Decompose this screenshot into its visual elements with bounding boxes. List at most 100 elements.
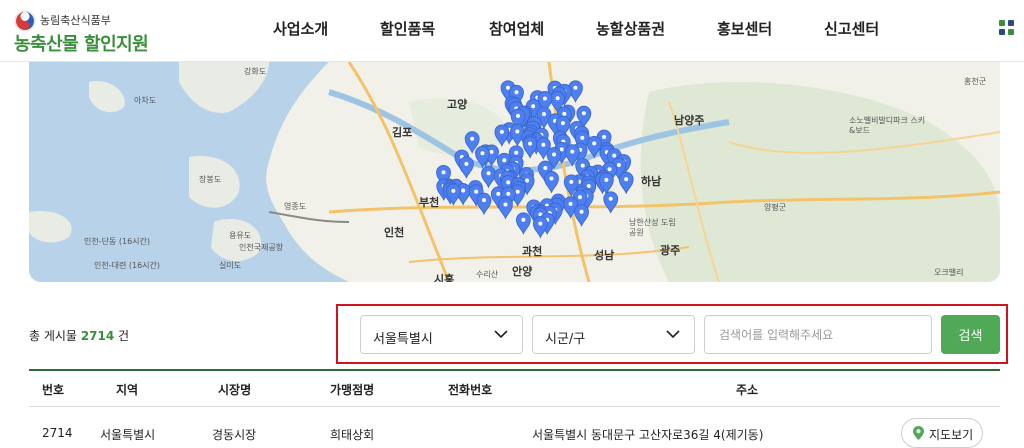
store-marker-dot xyxy=(451,188,456,193)
store-marker-dot xyxy=(549,176,554,181)
map-label-bucheon: 부천 xyxy=(419,196,440,209)
map-label-incheon: 인천 xyxy=(384,226,405,239)
view-map-button[interactable]: 지도보기 xyxy=(901,418,983,448)
store-marker-dot xyxy=(624,177,629,182)
map-label-gwacheon: 과천 xyxy=(522,245,543,258)
logo-ministry-text: 농림축산식품부 xyxy=(40,14,111,27)
store-marker-dot xyxy=(577,195,582,200)
store-marker-dot xyxy=(580,135,585,140)
chevron-down-icon xyxy=(666,330,680,339)
post-count-prefix: 총 게시물 xyxy=(29,329,77,343)
store-marker-dot xyxy=(541,142,546,147)
district-select[interactable]: 시군/구 xyxy=(532,315,695,354)
store-marker-dot xyxy=(569,179,574,184)
search-button[interactable]: 검색 xyxy=(941,315,1000,354)
map-pin-icon xyxy=(913,426,924,440)
store-marker-dot xyxy=(580,163,585,168)
store-marker-dot xyxy=(486,171,491,176)
table-top-border xyxy=(29,369,1000,371)
store-marker-dot xyxy=(525,178,530,183)
store-marker-dot xyxy=(543,166,548,171)
ministry-emblem-icon xyxy=(14,10,36,32)
store-marker-dot xyxy=(570,149,575,154)
store-marker-dot xyxy=(602,135,607,140)
nav-item-pr-center[interactable]: 홍보센터 xyxy=(717,18,772,39)
nav-item-report-center[interactable]: 신고센터 xyxy=(824,18,879,39)
store-marker-dot xyxy=(604,177,609,182)
map-label-vivaldi-park: 소노벨비발디파크 스키&보드 xyxy=(849,116,926,135)
store-marker-dot xyxy=(581,111,586,116)
map-canvas xyxy=(29,62,1000,282)
table-header-divider xyxy=(29,406,1000,407)
site-header: 농림축산식품부 농축산물 할인지원 사업소개 할인품목 참여업체 농할상품권 홍… xyxy=(0,0,1024,62)
logo-title-text: 농축산물 할인지원 xyxy=(14,34,149,55)
store-marker-dot xyxy=(514,150,519,155)
district-select-value: 시군/구 xyxy=(545,332,586,347)
region-select-value: 서울특별시 xyxy=(373,332,433,347)
store-map[interactable]: 강화도 아차도 김포 고양 남양주 장봉도 인천 영종도 용유도 인천국제공항 … xyxy=(29,62,1000,282)
map-label-anyang: 안양 xyxy=(512,265,533,278)
map-label-yeongjongdo: 영종도 xyxy=(284,202,307,211)
store-marker-dot xyxy=(568,201,573,206)
post-count-number: 2714 xyxy=(80,329,115,343)
store-marker-dot xyxy=(514,90,519,95)
store-marker-dot xyxy=(579,209,584,214)
store-marker-dot xyxy=(592,141,597,146)
store-marker-dot xyxy=(505,85,510,90)
store-marker-dot xyxy=(515,129,520,134)
store-marker-dot xyxy=(612,153,617,158)
map-label-hongcheon: 홍천군 xyxy=(964,77,987,86)
store-marker-dot xyxy=(474,189,479,194)
all-menu-icon[interactable] xyxy=(999,20,1015,36)
map-label-achado: 아차도 xyxy=(134,96,157,105)
cell-region: 서울특별시 xyxy=(100,428,156,442)
store-marker-dot xyxy=(470,136,475,141)
store-marker-dot xyxy=(441,170,446,175)
map-label-ferry-dandong: 인천-단동 (16시간) xyxy=(84,237,151,246)
store-marker-dot xyxy=(516,113,521,118)
cell-number: 2714 xyxy=(42,426,73,440)
store-marker-dot xyxy=(506,180,511,185)
store-marker-dot xyxy=(608,196,613,201)
map-label-gimpo: 김포 xyxy=(392,126,413,139)
map-label-goyang: 고양 xyxy=(447,98,468,111)
map-label-gwangju: 광주 xyxy=(660,244,681,257)
store-marker-dot xyxy=(480,151,485,156)
map-label-incheon-airport: 인천국제공항 xyxy=(239,243,284,252)
store-marker-dot xyxy=(503,202,508,207)
nav-item-participating-stores[interactable]: 참여업체 xyxy=(489,18,544,39)
post-count-suffix: 건 xyxy=(118,329,130,343)
cell-market: 경동시장 xyxy=(212,428,257,442)
chevron-down-icon xyxy=(494,330,508,339)
store-marker-dot xyxy=(499,129,504,134)
column-header-number: 번호 xyxy=(42,383,65,397)
nav-item-discount-items[interactable]: 할인품목 xyxy=(380,18,435,39)
view-map-label: 지도보기 xyxy=(929,428,974,442)
map-label-oak-valley: 오크밸리 xyxy=(934,268,964,277)
store-marker-dot xyxy=(538,221,543,226)
store-marker-dot xyxy=(461,188,466,193)
column-header-region: 지역 xyxy=(116,383,139,397)
site-logo[interactable]: 농림축산식품부 농축산물 할인지원 xyxy=(14,8,164,55)
store-marker-dot xyxy=(464,161,469,166)
store-marker-dot xyxy=(531,104,536,109)
store-marker-dot xyxy=(616,162,621,167)
map-label-ganghwa: 강화도 xyxy=(244,67,267,76)
region-select[interactable]: 서울특별시 xyxy=(360,315,523,354)
search-input[interactable] xyxy=(704,315,932,354)
cell-address: 서울특별시 동대문구 고산자로36길 4(제기동) xyxy=(532,428,764,442)
store-marker-dot xyxy=(555,96,560,101)
cell-store: 희태상회 xyxy=(330,428,375,442)
store-marker-dot xyxy=(541,112,546,117)
store-marker-dot xyxy=(515,189,520,194)
store-marker-dot xyxy=(560,121,565,126)
map-label-yangpyeong: 양평군 xyxy=(764,203,787,212)
store-marker-dot xyxy=(562,111,567,116)
nav-item-about[interactable]: 사업소개 xyxy=(273,18,328,39)
nav-item-gift-certificate[interactable]: 농할상품권 xyxy=(596,18,665,39)
store-marker-dot xyxy=(542,96,547,101)
store-marker-dot xyxy=(521,217,526,222)
store-marker-dot xyxy=(496,191,501,196)
store-marker-dot xyxy=(573,85,578,90)
map-label-yongyudo: 용유도 xyxy=(229,231,252,240)
